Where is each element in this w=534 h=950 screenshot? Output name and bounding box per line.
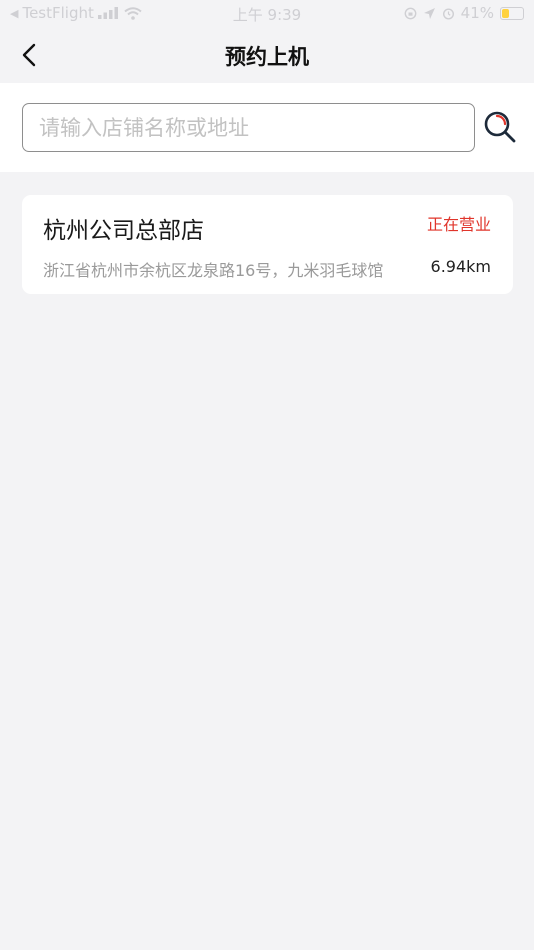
store-address: 浙江省杭州市余杭区龙泉路16号，九米羽毛球馆 [43, 261, 384, 280]
alarm-icon [442, 7, 454, 20]
search-button[interactable] [482, 109, 518, 145]
search-icon [484, 111, 516, 143]
status-bar: ◀ TestFlight 上午 9:39 41% [0, 0, 534, 28]
battery-percent: 41% [460, 4, 494, 22]
search-section [0, 83, 534, 172]
status-right: 41% [404, 4, 524, 22]
store-status-badge: 正在营业 [426, 215, 491, 234]
store-card[interactable]: 杭州公司总部店 正在营业 浙江省杭州市余杭区龙泉路16号，九米羽毛球馆 6.94… [22, 195, 513, 294]
page-title: 预约上机 [225, 45, 309, 69]
screen-lock-icon [404, 7, 417, 19]
nav-bar: 预约上机 [0, 28, 534, 83]
store-name: 杭州公司总部店 [43, 218, 204, 244]
store-distance: 6.94km [430, 257, 491, 276]
location-arrow-icon [423, 7, 435, 19]
search-input[interactable] [22, 103, 475, 152]
battery-icon [500, 6, 524, 20]
battery-fill [502, 8, 510, 18]
